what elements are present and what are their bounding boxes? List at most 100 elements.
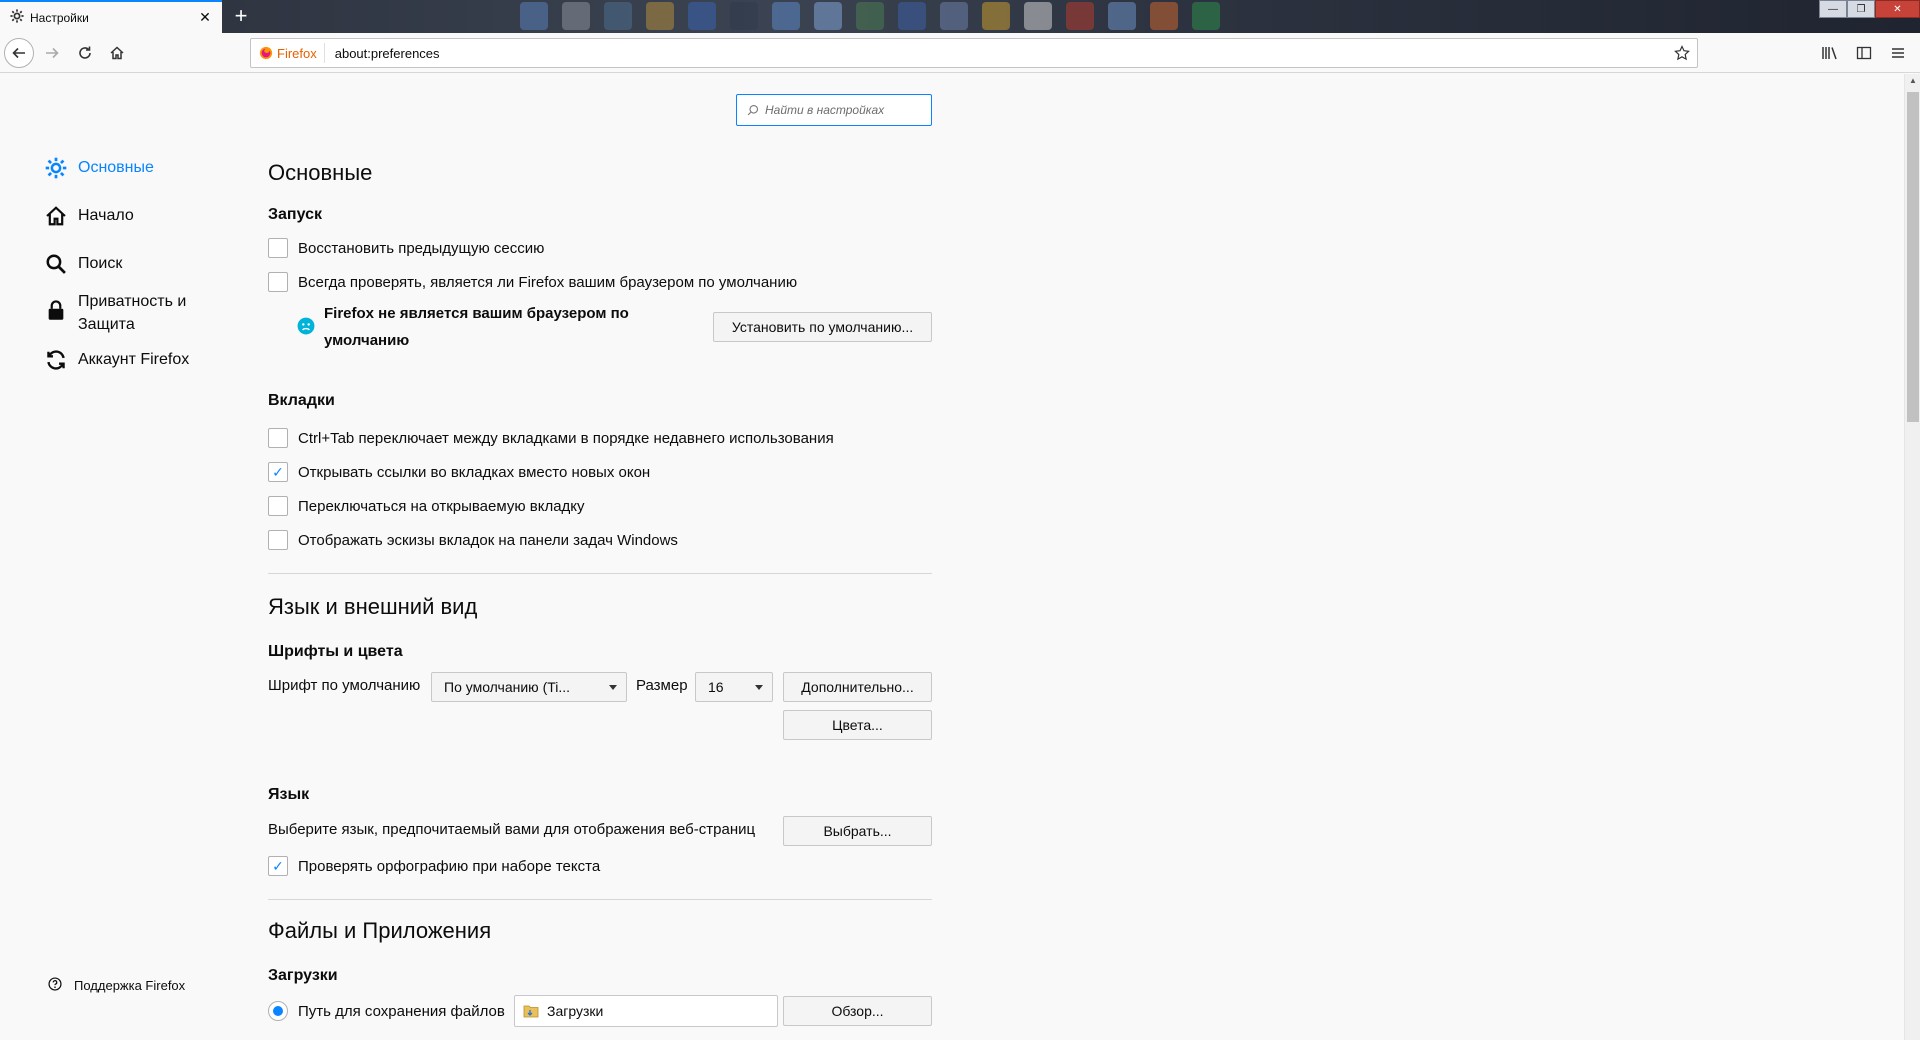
download-folder-value: Загрузки [547,1003,604,1019]
taskbar-previews-checkbox[interactable] [268,530,288,550]
sidebar-item-label: Аккаунт Firefox [78,351,190,368]
back-button[interactable] [4,38,34,68]
url-text[interactable]: about:preferences [335,46,1667,61]
default-font-value: По умолчанию (Ti... [444,679,571,695]
switch-to-tab-checkbox[interactable] [268,496,288,516]
search-placeholder: Найти в настройках [765,103,885,117]
sad-face-icon [297,317,315,340]
check-default-option[interactable]: Всегда проверять, является ли Firefox ва… [268,272,797,292]
forward-button[interactable] [38,39,66,67]
bookmark-star-icon[interactable] [1667,45,1697,61]
support-label: Поддержка Firefox [74,978,186,993]
section-divider [268,899,932,900]
reload-button[interactable] [71,39,99,67]
close-window-button[interactable]: ✕ [1875,0,1920,18]
sidebar-item-sync[interactable]: Аккаунт Firefox [44,348,189,372]
scroll-up-icon[interactable]: ▲ [1909,76,1917,85]
forward-arrow-icon [46,47,59,59]
home-icon [110,46,124,60]
choose-language-button[interactable]: Выбрать... [783,816,932,846]
tab-option-label: Открывать ссылки во вкладках вместо новы… [298,463,651,481]
default-font-label: Шрифт по умолчанию [268,677,421,694]
section-title-appearance: Язык и внешний вид [268,594,478,619]
page-title: Основные [268,160,373,185]
sidebar-item-privacy[interactable]: Приватность и Защита [44,290,198,336]
close-tab-button[interactable]: ✕ [196,9,214,27]
spellcheck-option[interactable]: ✓ Проверять орфографию при наборе текста [268,856,600,876]
sidebar-item-label: Поиск [78,255,123,272]
background-decoration [520,2,1220,32]
tab-option[interactable]: Переключаться на открываемую вкладку [268,496,585,516]
back-arrow-icon [12,47,25,59]
restore-session-label: Восстановить предыдущую сессию [298,239,545,257]
default-font-select[interactable]: По умолчанию (Ti... [431,672,627,702]
tab-title: Настройки [30,10,89,25]
sidebar-item-label: Основные [78,159,154,176]
sidebar-item-general[interactable]: Основные [44,156,154,180]
identity-box[interactable]: Firefox [251,43,325,63]
section-title-files: Файлы и Приложения [268,918,492,943]
language-heading: Язык [268,786,310,803]
tabs-heading: Вкладки [268,392,335,409]
sidebar-item-label: Начало [78,207,134,224]
sync-icon [44,348,68,372]
check-default-checkbox[interactable] [268,272,288,292]
sidebar-toggle-icon[interactable] [1850,39,1878,67]
tab-option-label: Отображать эскизы вкладок на панели зада… [298,531,678,549]
set-default-button[interactable]: Установить по умолчанию... [713,312,932,342]
colors-button[interactable]: Цвета... [783,710,932,740]
save-path-label: Путь для сохранения файлов [298,1002,505,1020]
vertical-scrollbar[interactable]: ▲ [1904,74,1920,1040]
restore-session-checkbox[interactable] [268,238,288,258]
menu-hamburger-icon[interactable] [1884,39,1912,67]
font-size-select[interactable]: 16 [695,672,773,702]
library-icon[interactable] [1816,39,1844,67]
new-tab-button[interactable]: + [228,4,254,30]
lock-icon [44,298,68,322]
spellcheck-label: Проверять орфографию при наборе текста [298,857,601,875]
sidebar-item-home[interactable]: Начало [44,204,134,228]
open-links-in-tabs-checkbox[interactable]: ✓ [268,462,288,482]
save-path-radio[interactable] [268,1001,288,1021]
navigation-toolbar: Firefox about:preferences [0,33,1920,73]
gear-icon [44,156,68,180]
restore-session-option[interactable]: Восстановить предыдущую сессию [268,238,544,258]
home-button[interactable] [103,39,131,67]
firefox-logo-icon [259,46,273,60]
font-size-label: Размер [636,677,688,694]
tab-settings[interactable]: Настройки ✕ [0,0,222,33]
minimize-button[interactable]: — [1819,0,1847,18]
spellcheck-checkbox[interactable]: ✓ [268,856,288,876]
sidebar-item-label: Приватность и Защита [78,293,187,333]
search-icon [747,104,759,116]
reload-icon [79,46,91,59]
home-icon [44,204,68,228]
identity-label: Firefox [277,45,317,61]
download-folder-field[interactable]: Загрузки [514,995,778,1027]
language-choose-text: Выберите язык, предпочитаемый вами для о… [268,821,756,838]
tab-option[interactable]: ✓ Открывать ссылки во вкладках вместо но… [268,462,650,482]
tab-option-label: Переключаться на открываемую вкладку [298,497,585,515]
not-default-warning: Firefox не является вашим браузером по у… [324,305,629,349]
support-link[interactable]: Поддержка Firefox [48,977,185,994]
toolbar-right [1816,39,1920,67]
scrollbar-thumb[interactable] [1907,92,1919,422]
downloads-heading: Загрузки [268,967,338,984]
ctrl-tab-checkbox[interactable] [268,428,288,448]
tab-option[interactable]: Отображать эскизы вкладок на панели зада… [268,530,678,550]
browse-button[interactable]: Обзор... [783,996,932,1026]
tab-option[interactable]: Ctrl+Tab переключает между вкладками в п… [268,428,834,448]
maximize-button[interactable]: ❐ [1847,0,1875,18]
dropdown-arrow-icon [609,685,617,690]
url-bar[interactable]: Firefox about:preferences [250,38,1698,68]
fonts-advanced-button[interactable]: Дополнительно... [783,672,932,702]
dropdown-arrow-icon [755,685,763,690]
tab-option-label: Ctrl+Tab переключает между вкладками в п… [298,429,834,447]
sidebar-item-search[interactable]: Поиск [44,252,122,276]
save-path-option[interactable]: Путь для сохранения файлов [268,1001,505,1021]
startup-heading: Запуск [268,206,322,223]
preferences-search-input[interactable]: Найти в настройках [736,94,932,126]
font-size-value: 16 [708,679,724,695]
help-icon [48,977,62,994]
check-default-label: Всегда проверять, является ли Firefox ва… [298,273,798,291]
